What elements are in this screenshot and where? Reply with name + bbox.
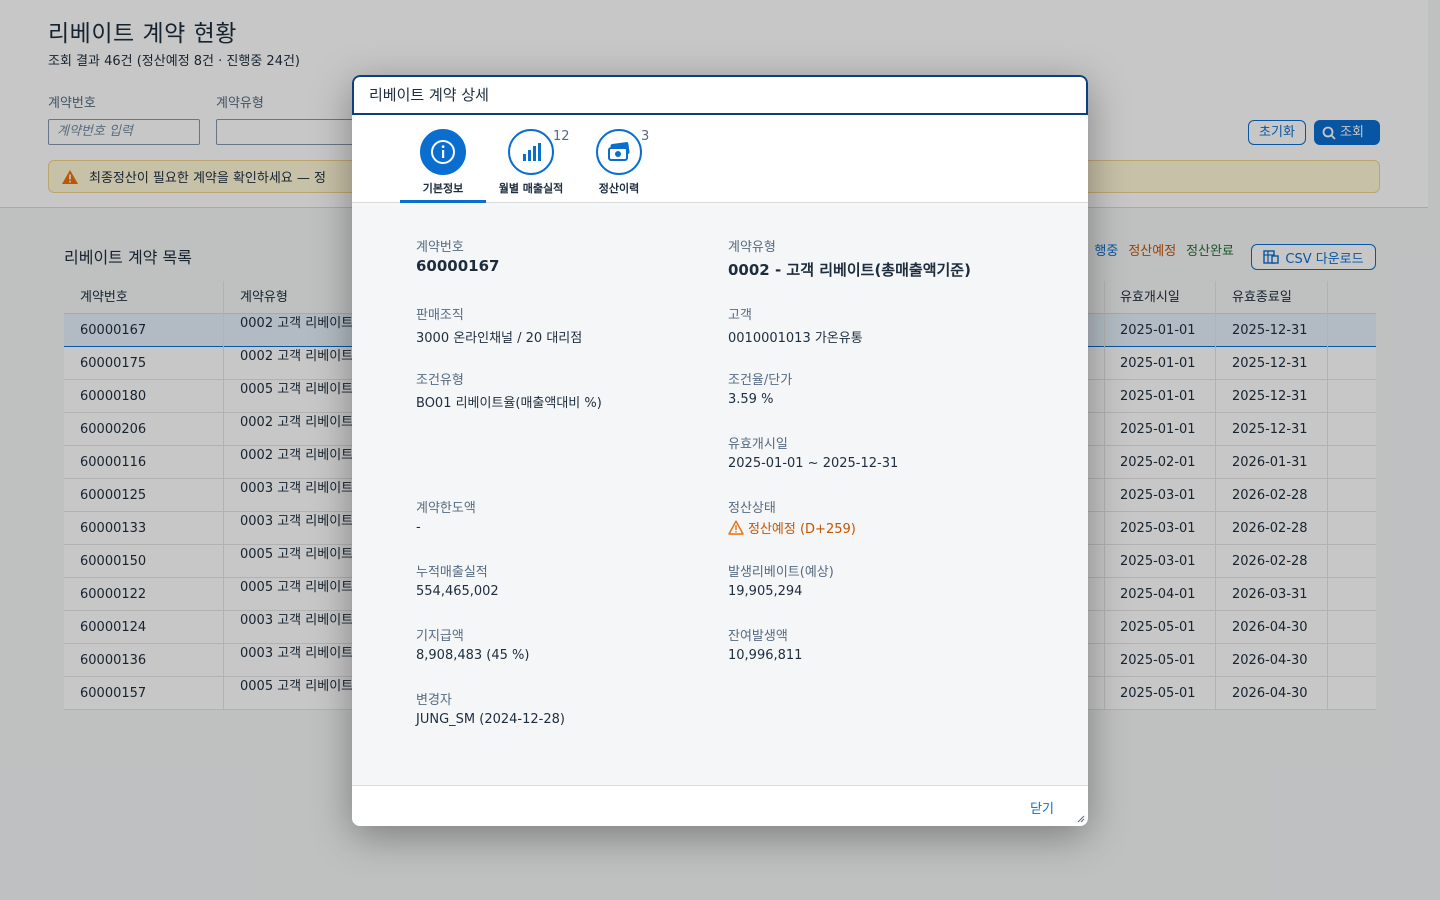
paid-amount-value: 8,908,483 (45 %) [416,648,530,663]
tab-basic-info[interactable]: 기본정보 [400,127,486,203]
accrued-rebate-value: 19,905,294 [728,584,803,599]
accum-sales-value: 554,465,002 [416,584,499,599]
info-icon [431,140,455,164]
contract-no-label: 계약번호 [416,240,464,255]
condition-rate-label: 조건율/단가 [728,373,793,388]
tab-settlement-history-label: 정산이력 [598,182,640,195]
settle-status-text: 정산예정 (D+259) [748,522,856,537]
paid-amount-label: 기지급액 [416,629,464,644]
tab-basic-info-label: 기본정보 [422,182,464,195]
tab-monthly-sales[interactable]: 12 월별 매출실적 [488,127,574,203]
money-bills-icon [608,142,630,161]
contract-type-value: 0002 - 고객 리베이트(총매출액기준) [728,261,971,279]
sales-org-label: 판매조직 [416,308,464,323]
condition-rate-value: 3.59 % [728,392,774,407]
condition-type-label: 조건유형 [416,373,464,388]
tab-icon-circle [596,129,642,175]
changed-by-label: 변경자 [416,693,452,708]
tab-monthly-sales-count: 12 [553,129,570,144]
tab-icon-circle [508,129,554,175]
dialog-footer: 닫기 [352,785,1088,826]
accum-sales-label: 누적매출실적 [416,565,488,580]
validity-label: 유효개시일 [728,437,788,452]
settle-status-value: 정산예정 (D+259) [728,518,856,537]
bar-chart-icon [523,143,541,161]
tab-icon-circle [420,129,466,175]
remaining-amount-label: 잔여발생액 [728,629,788,644]
dialog-content: 계약번호 60000167 계약유형 0002 - 고객 리베이트(총매출액기준… [352,203,1088,785]
settle-status-label: 정산상태 [728,501,776,516]
contract-type-label: 계약유형 [728,240,776,255]
resize-handle-icon[interactable] [1077,815,1085,823]
dialog-title[interactable]: 리베이트 계약 상세 [352,75,1088,115]
limit-value: - [416,520,421,535]
dialog-tab-bar: 기본정보 12 월별 매출실적 3 정산이력 [352,115,1088,203]
tab-settlement-history-count: 3 [641,129,650,144]
warning-triangle-icon [728,520,744,535]
condition-type-value: BO01 리베이트율(매출액대비 %) [416,396,602,411]
validity-value: 2025-01-01 ~ 2025-12-31 [728,456,899,471]
limit-label: 계약한도액 [416,501,476,516]
customer-label: 고객 [728,308,752,323]
close-button[interactable]: 닫기 [1030,798,1054,817]
contract-no-value: 60000167 [416,257,500,275]
customer-value: 0010001013 가온유통 [728,331,863,346]
tab-monthly-sales-label: 월별 매출실적 [498,182,564,195]
sales-org-value: 3000 온라인채널 / 20 대리점 [416,331,583,346]
changed-by-value: JUNG_SM (2024-12-28) [416,712,565,727]
remaining-amount-value: 10,996,811 [728,648,803,663]
accrued-rebate-label: 발생리베이트(예상) [728,565,834,580]
tab-settlement-history[interactable]: 3 정산이력 [576,127,662,203]
contract-detail-dialog: 리베이트 계약 상세 기본정보 12 월별 매출실적 3 정산이력 계약번호 6… [352,75,1088,826]
